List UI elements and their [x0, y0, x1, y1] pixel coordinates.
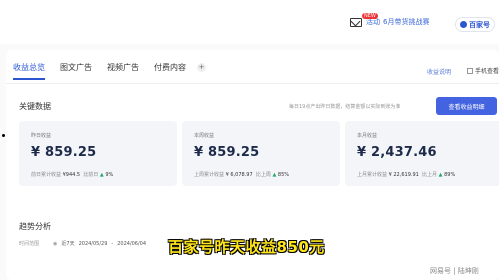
brand-icon	[460, 21, 467, 28]
data-note: 每日19点产出昨日数据，结算金额以实际到账为准	[289, 104, 401, 110]
date-filter[interactable]: 时间范围 ◉ 近7天 2024/05/29 - 2024/06/04	[19, 240, 146, 248]
new-badge: NEW	[362, 13, 378, 19]
date-separator: -	[111, 240, 114, 247]
trend-title: 趋势分析	[19, 222, 51, 231]
stat-label: 本周收益	[194, 133, 215, 139]
notice-text[interactable]: 6月带货挑战赛	[383, 17, 429, 27]
checkbox-icon[interactable]	[467, 67, 473, 74]
tab-video-ads[interactable]: 视频广告	[107, 62, 139, 80]
radio-icon[interactable]: ◉	[53, 241, 57, 247]
stat-label: 本月收益	[357, 133, 378, 139]
mail-icon[interactable]	[350, 17, 362, 27]
tab-image-ads[interactable]: 图文广告	[60, 62, 92, 80]
key-data-title: 关键数据	[19, 102, 51, 111]
mobile-label: 手机查看	[475, 68, 499, 75]
stat-card-week: 本周收益 ¥ 859.25 上周累计收益 ¥ 6,078.97 比上周 ▲ 85…	[182, 121, 340, 186]
stat-value: ¥ 859.25	[31, 145, 97, 160]
stat-compare: 上周累计收益 ¥ 6,078.97 比上周 ▲ 85%	[194, 172, 290, 178]
watermark: 网易号 | 陆坤刚	[430, 267, 479, 275]
notice-bar[interactable]: 活动 6月带货挑战赛	[350, 17, 429, 27]
tab-paid-content[interactable]: 付费内容	[154, 62, 186, 80]
stat-value: ¥ 2,437.46	[357, 145, 437, 160]
stat-label: 昨日收益	[31, 133, 52, 139]
up-arrow-icon: ▲	[272, 172, 277, 178]
add-tab-icon[interactable]: +	[197, 63, 206, 72]
stat-value: ¥ 859.25	[194, 145, 260, 160]
stat-compare: 前日累计收益 ¥944.5 比前日 ▲ 9%	[31, 172, 114, 178]
range-option[interactable]: 近7天	[61, 240, 74, 247]
end-date[interactable]: 2024/06/04	[117, 241, 146, 247]
cta-label: 百家号	[469, 20, 490, 29]
up-arrow-icon: ▲	[438, 172, 443, 178]
start-date[interactable]: 2024/05/29	[79, 241, 108, 247]
rules-link[interactable]: 收益说明	[427, 67, 451, 76]
up-arrow-icon: ▲	[99, 172, 104, 178]
mobile-view-toggle[interactable]: 手机查看	[467, 66, 499, 75]
bullet-dot	[2, 134, 5, 137]
view-detail-button[interactable]: 查看收益明细	[436, 97, 497, 115]
time-range-label: 时间范围	[19, 241, 40, 247]
video-caption: 百家号昨天收益850元	[168, 238, 325, 256]
divider	[6, 83, 499, 84]
stat-card-yesterday: 昨日收益 ¥ 859.25 前日累计收益 ¥944.5 比前日 ▲ 9%	[19, 121, 177, 186]
stat-compare: 上月累计收益 ¥ 22,619.91 比上月 ▲ 89%	[357, 172, 456, 178]
stat-card-month: 本月收益 ¥ 2,437.46 上月累计收益 ¥ 22,619.91 比上月 ▲…	[345, 121, 499, 186]
tab-overview[interactable]: 收益总览	[13, 62, 45, 80]
tab-bar: 收益总览 图文广告 视频广告 付费内容	[13, 62, 201, 80]
header-cta-button[interactable]: 百家号	[455, 17, 495, 32]
